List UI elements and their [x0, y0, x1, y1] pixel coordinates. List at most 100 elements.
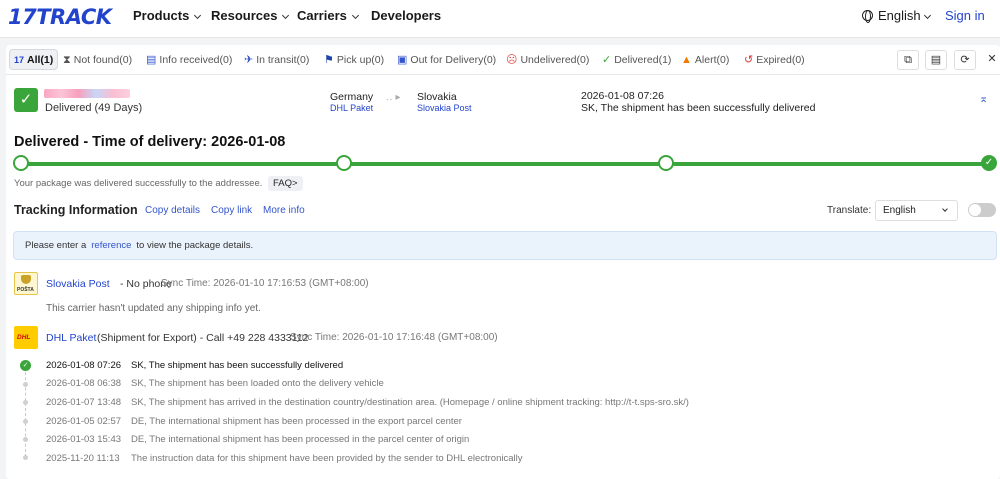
event-dot-icon [23, 455, 28, 460]
delivered-check-icon: ✓ [14, 88, 38, 112]
dhl-phone: (Shipment for Export) - Call +49 228 433… [97, 332, 309, 344]
flag-icon: ⚑ [324, 54, 334, 66]
delivery-title: Delivered - Time of delivery: 2026-01-08 [14, 134, 286, 150]
translate-select[interactable]: English [875, 200, 958, 221]
destination-carrier[interactable]: Slovakia Post [417, 103, 472, 113]
last-event-time: 2026-01-08 07:26 [581, 90, 664, 102]
slovakia-sync-time: Sync Time: 2026-01-10 17:16:53 (GMT+08:0… [161, 278, 369, 289]
tab-alert[interactable]: ▲ Alert(0) [681, 50, 729, 70]
chevron-down-icon [194, 11, 202, 20]
progress-node [658, 155, 674, 171]
origin-country: Germany [330, 91, 374, 103]
chevron-down-icon [282, 11, 290, 20]
destination-country: Slovakia [417, 91, 457, 103]
timeline-line [25, 367, 26, 457]
more-info-link[interactable]: More info [263, 205, 305, 216]
check-icon: ✓ [602, 54, 612, 66]
close-icon: ✕ [987, 53, 997, 65]
event-dot-icon [23, 400, 28, 405]
history-icon: ↺ [744, 54, 754, 66]
slovakia-post-logo-icon: POŠTA [14, 272, 38, 295]
nav-resources[interactable]: Resources [211, 8, 290, 23]
status-days: Delivered (49 Days) [45, 102, 143, 114]
truck-icon: ▣ [397, 54, 408, 66]
plane-icon: ✈ [244, 54, 254, 66]
globe-icon [862, 9, 873, 23]
copy-button[interactable]: ⧉ [897, 50, 919, 70]
progress-bar [20, 162, 990, 166]
tab-all[interactable]: 17 All(1) [9, 49, 59, 70]
event-desc: SK, The shipment has arrived in the dest… [131, 397, 689, 408]
progress-node [336, 155, 352, 171]
progress-node [13, 155, 29, 171]
event-time: 2026-01-08 06:38 [46, 378, 122, 389]
event-desc: The instruction data for this shipment h… [131, 453, 523, 464]
refresh-icon: ⟳ [960, 54, 970, 66]
event-time: 2026-01-08 07:26 [46, 360, 122, 371]
export-button[interactable]: ▤ [925, 50, 947, 70]
copy-details-link[interactable]: Copy details [145, 205, 200, 216]
tracking-card: 17 All(1) ⧗ Not found(0) ▤ Info received(0)… [6, 45, 1000, 479]
sad-face-icon: ☹ [506, 54, 518, 66]
copy-link-link[interactable]: Copy link [211, 205, 252, 216]
dhl-name[interactable]: DHL Paket [46, 332, 96, 344]
translate-label: Translate: [827, 205, 872, 216]
refresh-button[interactable]: ⟳ [954, 50, 976, 70]
top-nav: 17TRACK Products Resources Carriers Deve… [0, 0, 1000, 38]
route-arrow-icon: ‥ ▸ [386, 92, 401, 103]
event-desc: SK, The shipment has been loaded onto th… [131, 378, 384, 389]
chevron-down-icon [923, 11, 931, 20]
17-logo-icon: 17 [14, 55, 25, 65]
tab-undelivered[interactable]: ☹ Undelivered(0) [506, 50, 589, 70]
copy-icon: ⧉ [904, 54, 912, 66]
chevron-down-icon [351, 11, 359, 20]
event-dot-icon [23, 437, 28, 442]
tab-out-for-delivery[interactable]: ▣ Out for Delivery(0) [397, 50, 496, 70]
collapse-icon[interactable]: ⌅ [979, 92, 988, 105]
event-desc: DE, The international shipment has been … [131, 434, 470, 445]
hourglass-icon: ⧗ [63, 54, 71, 66]
tracking-number-redacted [44, 89, 130, 98]
tab-expired[interactable]: ↺ Expired(0) [744, 50, 805, 70]
tab-delivered[interactable]: ✓ Delivered(1) [602, 50, 671, 70]
slovakia-post-name[interactable]: Slovakia Post [46, 278, 110, 290]
event-dot-icon [23, 382, 28, 387]
17track-logo[interactable]: 17TRACK [8, 5, 112, 29]
event-done-icon: ✓ [20, 360, 31, 371]
nav-products[interactable]: Products [133, 8, 202, 23]
nav-developers[interactable]: Developers [371, 8, 441, 23]
document-icon: ▤ [930, 54, 942, 66]
tracking-info-title: Tracking Information [14, 203, 138, 217]
event-time: 2026-01-03 15:43 [46, 434, 122, 445]
tab-in-transit[interactable]: ✈ In transit(0) [244, 50, 309, 70]
origin-carrier[interactable]: DHL Paket [330, 103, 373, 113]
faq-button[interactable]: FAQ> [268, 176, 303, 191]
clipboard-icon: ▤ [146, 54, 157, 66]
nav-carriers[interactable]: Carriers [297, 8, 359, 23]
progress-node-done-icon: ✓ [981, 155, 997, 171]
shipment-summary[interactable]: ✓ Delivered (49 Days) Germany DHL Paket … [6, 85, 1000, 125]
reference-notice: Please enter a reference to view the packa… [13, 231, 997, 260]
tab-info-received[interactable]: ▤ Info received(0) [146, 50, 232, 70]
reference-link[interactable]: reference [91, 240, 131, 251]
sign-in-link[interactable]: Sign in [945, 8, 985, 23]
dhl-sync-time: Sync Time: 2026-01-10 17:16:48 (GMT+08:0… [290, 332, 498, 343]
progress-message: Your package was delivered successfully … [14, 178, 263, 189]
status-tabs: 17 All(1) ⧗ Not found(0) ▤ Info received(0)… [6, 45, 1000, 75]
close-button[interactable]: ✕ [981, 50, 1000, 70]
event-time: 2026-01-07 13:48 [46, 397, 122, 408]
warning-icon: ▲ [681, 54, 692, 66]
event-time: 2025-11-20 11:13 [46, 453, 120, 464]
event-desc: DE, The international shipment has been … [131, 416, 462, 427]
tab-pick-up[interactable]: ⚑ Pick up(0) [324, 50, 384, 70]
translate-toggle[interactable] [968, 203, 996, 217]
event-desc: SK, The shipment has been successfully d… [131, 360, 344, 371]
chevron-down-icon [942, 206, 948, 212]
no-info-message: This carrier hasn't updated any shipping… [46, 303, 261, 314]
event-dot-icon [23, 419, 28, 424]
event-time: 2026-01-05 02:57 [46, 416, 122, 427]
last-event-desc: SK, The shipment has been successfully d… [581, 102, 816, 114]
dhl-logo-icon: DHL [14, 326, 38, 349]
tab-not-found[interactable]: ⧗ Not found(0) [63, 50, 132, 70]
language-selector[interactable]: English [862, 8, 931, 23]
